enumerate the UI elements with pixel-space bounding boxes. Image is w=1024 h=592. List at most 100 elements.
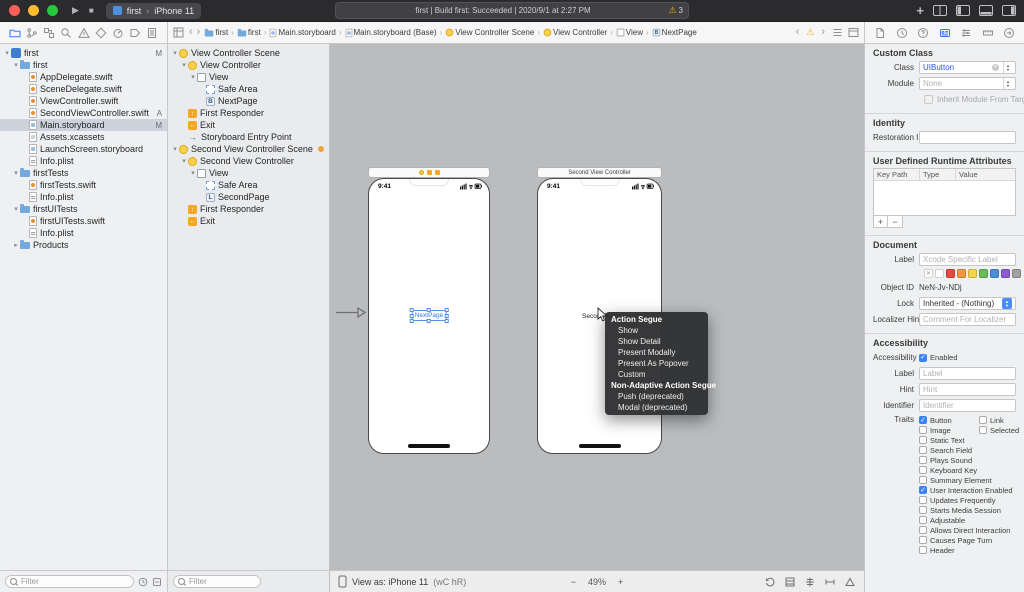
resize-handle[interactable] bbox=[409, 313, 414, 318]
trait-user-interaction-enabled[interactable]: User Interaction Enabled bbox=[919, 486, 1013, 495]
tree-item-firstuitests-swift[interactable]: firstUITests.swift bbox=[0, 215, 167, 227]
table-body[interactable] bbox=[874, 181, 1015, 215]
view-controller-canvas[interactable]: 9:41 NextPage bbox=[368, 168, 490, 454]
remove-attribute-button[interactable]: − bbox=[888, 216, 903, 228]
tree-item-first[interactable]: first M bbox=[0, 47, 167, 59]
menu-item-show-detail[interactable]: Show Detail bbox=[605, 336, 708, 347]
run-button[interactable] bbox=[72, 6, 79, 15]
toggle-navigator-button[interactable] bbox=[956, 5, 970, 16]
scene-dock[interactable]: Second View Controller bbox=[538, 168, 661, 177]
update-frames-button[interactable] bbox=[764, 576, 776, 588]
outline-filter-field[interactable] bbox=[173, 575, 261, 588]
breadcrumb-item-view[interactable]: View bbox=[616, 28, 643, 37]
tree-item-firsttests-swift[interactable]: firstTests.swift bbox=[0, 179, 167, 191]
checkbox[interactable] bbox=[919, 526, 927, 534]
recent-files-filter-icon[interactable] bbox=[138, 577, 148, 587]
breadcrumb-item-nextpage[interactable]: NextPage bbox=[652, 28, 697, 37]
checkbox[interactable] bbox=[919, 353, 927, 362]
trait-starts-media-session[interactable]: Starts Media Session bbox=[919, 506, 1001, 515]
checkbox[interactable] bbox=[919, 476, 927, 484]
trait-summary-element[interactable]: Summary Element bbox=[919, 476, 992, 485]
tree-item-viewcontroller-swift[interactable]: ViewController.swift bbox=[0, 95, 167, 107]
resize-handle[interactable] bbox=[444, 308, 449, 312]
tree-item-first[interactable]: first bbox=[0, 59, 167, 71]
embed-in-stack-button[interactable] bbox=[784, 576, 796, 588]
trait-image[interactable]: Image bbox=[919, 426, 979, 435]
runtime-attributes-table[interactable]: Key Path Type Value bbox=[873, 168, 1016, 216]
tree-item-info-plist[interactable]: Info.plist bbox=[0, 191, 167, 203]
scene-dock[interactable] bbox=[369, 168, 489, 177]
breadcrumb-item-view-controller-scene[interactable]: View Controller Scene bbox=[445, 28, 534, 37]
tree-item-info-plist[interactable]: Info.plist bbox=[0, 227, 167, 239]
resize-handle[interactable] bbox=[426, 319, 431, 323]
disclosure-triangle[interactable] bbox=[180, 62, 188, 69]
storyboard-canvas[interactable]: 9:41 NextPage Second View Controller 9:4… bbox=[330, 44, 864, 592]
outline-filter-input[interactable] bbox=[189, 577, 256, 586]
disclosure-triangle[interactable] bbox=[171, 146, 179, 153]
document-items-icon[interactable] bbox=[832, 27, 843, 38]
connections-inspector-tab[interactable] bbox=[1003, 27, 1015, 39]
checkbox[interactable] bbox=[979, 426, 987, 434]
quick-help-inspector-tab[interactable] bbox=[917, 27, 929, 39]
label-color-swatch[interactable] bbox=[935, 269, 944, 278]
menu-item-modal-deprecated[interactable]: Modal (deprecated) bbox=[605, 402, 708, 413]
attributes-inspector-tab[interactable] bbox=[960, 27, 972, 39]
trait-link[interactable]: Link bbox=[979, 416, 1004, 425]
debug-navigator-tab[interactable] bbox=[112, 27, 124, 39]
label-color-swatch[interactable] bbox=[979, 269, 988, 278]
checkbox[interactable] bbox=[919, 446, 927, 454]
menu-item-custom[interactable]: Custom bbox=[605, 369, 708, 380]
resize-handle[interactable] bbox=[426, 308, 431, 312]
tree-item-view-controller[interactable]: View Controller bbox=[168, 59, 329, 71]
checkbox[interactable] bbox=[919, 546, 927, 554]
toggle-debug-area-button[interactable] bbox=[979, 5, 993, 16]
class-combo[interactable]: UIButton bbox=[919, 61, 1016, 74]
tree-item-safe-area[interactable]: Safe Area bbox=[168, 83, 329, 95]
tree-item-first-responder[interactable]: First Responder bbox=[168, 107, 329, 119]
trait-plays-sound[interactable]: Plays Sound bbox=[919, 456, 979, 465]
report-navigator-tab[interactable] bbox=[146, 27, 158, 39]
tree-item-first-responder[interactable]: First Responder bbox=[168, 203, 329, 215]
checkbox[interactable] bbox=[919, 496, 927, 504]
checkbox[interactable] bbox=[919, 466, 927, 474]
trait-search-field[interactable]: Search Field bbox=[919, 446, 979, 455]
breadcrumb-item-view-controller[interactable]: View Controller bbox=[543, 28, 607, 37]
project-navigator-tab[interactable] bbox=[9, 27, 21, 39]
tree-item-info-plist[interactable]: Info.plist bbox=[0, 155, 167, 167]
tree-item-view[interactable]: View bbox=[168, 167, 329, 179]
label-color-swatch[interactable] bbox=[1012, 269, 1021, 278]
tree-item-main-storyboard[interactable]: Main.storyboard M bbox=[0, 119, 167, 131]
menu-item-push-deprecated[interactable]: Push (deprecated) bbox=[605, 391, 708, 402]
tree-item-launchscreen-storyboard[interactable]: LaunchScreen.storyboard bbox=[0, 143, 167, 155]
document-label-field[interactable] bbox=[919, 253, 1016, 266]
resize-handle[interactable] bbox=[444, 313, 449, 318]
checkbox[interactable] bbox=[979, 416, 987, 424]
stepper-icon[interactable] bbox=[1003, 78, 1012, 89]
tree-item-firsttests[interactable]: firstTests bbox=[0, 167, 167, 179]
resize-handle[interactable] bbox=[444, 319, 449, 323]
disclosure-triangle[interactable] bbox=[12, 242, 20, 249]
library-button[interactable] bbox=[916, 2, 924, 20]
localizer-hint-field[interactable] bbox=[919, 313, 1016, 326]
tree-item-view-controller-scene[interactable]: View Controller Scene bbox=[168, 47, 329, 59]
menu-item-show[interactable]: Show bbox=[605, 325, 708, 336]
trait-header[interactable]: Header bbox=[919, 546, 979, 555]
label-color-swatch[interactable] bbox=[990, 269, 999, 278]
close-window-button[interactable] bbox=[9, 5, 20, 16]
checkbox[interactable] bbox=[919, 426, 927, 434]
tree-item-safe-area[interactable]: Safe Area bbox=[168, 179, 329, 191]
zoom-level[interactable]: 49% bbox=[588, 577, 606, 587]
menu-item-present-as-popover[interactable]: Present As Popover bbox=[605, 358, 708, 369]
add-constraints-button[interactable] bbox=[824, 576, 836, 588]
tree-item-nextpage[interactable]: NextPage bbox=[168, 95, 329, 107]
editor-options-button[interactable] bbox=[933, 5, 947, 16]
resolve-autolayout-button[interactable] bbox=[844, 576, 856, 588]
disclosure-triangle[interactable] bbox=[12, 206, 20, 213]
restoration-id-field[interactable] bbox=[919, 131, 1016, 144]
scheme-selector[interactable]: first › iPhone 11 bbox=[105, 2, 202, 19]
tree-item-secondpage[interactable]: SecondPage bbox=[168, 191, 329, 203]
file-inspector-tab[interactable] bbox=[874, 27, 886, 39]
trait-selected[interactable]: Selected bbox=[979, 426, 1019, 435]
module-combo[interactable]: None bbox=[919, 77, 1016, 90]
disclosure-triangle[interactable] bbox=[189, 170, 197, 177]
